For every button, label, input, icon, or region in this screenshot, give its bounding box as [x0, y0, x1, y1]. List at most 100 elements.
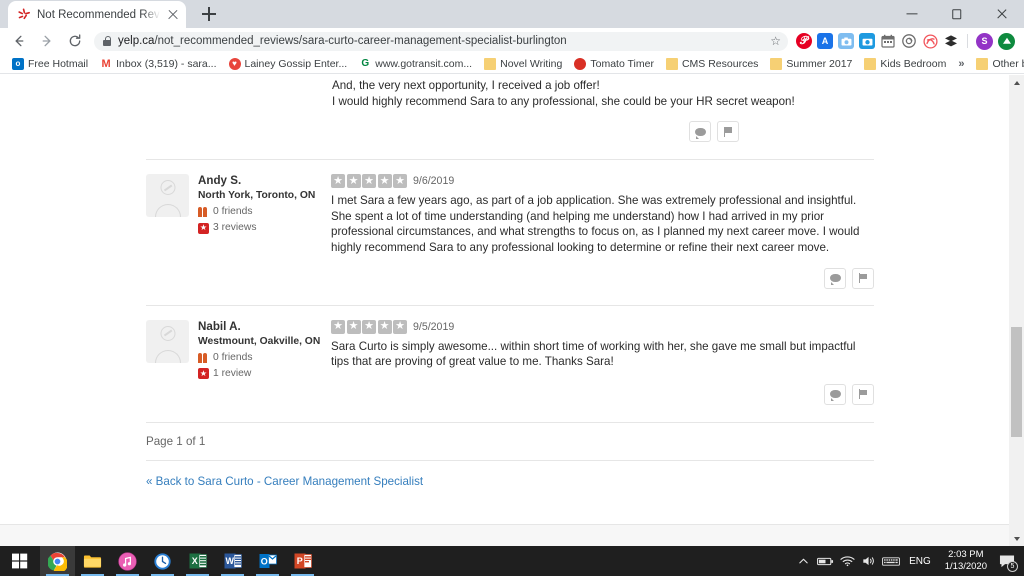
- gotransit-icon: G: [361, 58, 370, 69]
- outlook-taskbar-icon[interactable]: O: [250, 546, 285, 576]
- bookmark-cms-resources[interactable]: CMS Resources: [660, 55, 764, 73]
- bookmark-tomato-timer[interactable]: Tomato Timer: [568, 55, 660, 73]
- profile-avatar[interactable]: S: [976, 32, 993, 50]
- star-icon: ★: [346, 174, 361, 189]
- review-actions: [331, 370, 874, 405]
- reviews-count: 3 reviews: [213, 222, 257, 234]
- partial-review: And, the very next opportunity, I receiv…: [146, 75, 874, 143]
- back-button[interactable]: [6, 28, 32, 54]
- circle-extension-icon[interactable]: [901, 33, 917, 49]
- review-text: Sara Curto is simply awesome... within s…: [331, 339, 856, 369]
- minimize-button[interactable]: [889, 0, 934, 28]
- chrome-taskbar-icon[interactable]: [40, 546, 75, 576]
- bookmark-novel-writing[interactable]: Novel Writing: [478, 55, 568, 73]
- notification-badge: 5: [1007, 561, 1018, 572]
- screenshot-extension-icon[interactable]: [838, 33, 854, 49]
- bookmark-summer-2017[interactable]: Summer 2017: [764, 55, 858, 73]
- back-to-business-link[interactable]: « Back to Sara Curto - Career Management…: [146, 461, 423, 488]
- pinterest-extension-icon[interactable]: 𝒫: [796, 33, 812, 49]
- other-bookmarks-label: Other bookmarks: [992, 57, 1024, 70]
- avatar-body-icon: [154, 349, 181, 363]
- clock-time: 2:03 PM: [948, 549, 984, 560]
- tab-close-icon[interactable]: [166, 8, 180, 22]
- word-taskbar-icon[interactable]: W: [215, 546, 250, 576]
- wifi-icon[interactable]: [836, 546, 858, 576]
- page-scrollbar[interactable]: [1009, 75, 1024, 546]
- scroll-up-icon[interactable]: [1009, 75, 1024, 90]
- avatar-head-icon: [160, 180, 175, 196]
- clock[interactable]: 2:03 PM 1/13/2020: [938, 549, 994, 573]
- site-footer: About About Yelp Careers Discover Collec…: [0, 523, 1009, 546]
- close-window-button[interactable]: [979, 0, 1024, 28]
- lainey-icon: ♥: [228, 57, 241, 70]
- bookmarks-overflow-button[interactable]: »: [952, 58, 970, 70]
- flag-button[interactable]: [852, 267, 874, 289]
- scrollbar-thumb[interactable]: [1011, 327, 1022, 437]
- review-text: I met Sara a few years ago, as part of a…: [331, 194, 860, 254]
- itunes-taskbar-icon[interactable]: [110, 546, 145, 576]
- layers-extension-icon[interactable]: [943, 33, 959, 49]
- notifications-button[interactable]: 5: [994, 546, 1020, 576]
- battery-icon[interactable]: [814, 546, 836, 576]
- tray-chevron-up-icon[interactable]: [792, 546, 814, 576]
- star-icon: ★: [346, 319, 361, 334]
- outlook-icon: o: [12, 57, 24, 70]
- pagination-label: Page 1 of 1: [146, 434, 206, 448]
- reviews-star-icon: ★: [198, 222, 209, 234]
- flag-button[interactable]: [717, 121, 739, 143]
- system-tray: ENG 2:03 PM 1/13/2020 5: [792, 546, 1024, 576]
- reload-button[interactable]: [62, 28, 88, 54]
- comment-button[interactable]: [689, 121, 711, 143]
- comment-button[interactable]: [824, 383, 846, 405]
- star-icon: ★: [362, 174, 376, 189]
- scroll-down-icon[interactable]: [1009, 531, 1024, 546]
- grammarly-extension-icon[interactable]: A: [817, 33, 833, 49]
- reviews-count: 1 review: [213, 367, 252, 379]
- windows-start-icon[interactable]: [0, 546, 40, 576]
- keyboard-icon[interactable]: [880, 546, 902, 576]
- review-item: Andy S. North York, Toronto, ON 0 friend…: [146, 160, 874, 289]
- camera-extension-icon[interactable]: [859, 33, 875, 49]
- review-actions: [331, 256, 874, 289]
- lock-icon: [103, 36, 112, 46]
- comment-button[interactable]: [824, 267, 846, 289]
- reviews-star-icon: ★: [198, 368, 209, 380]
- clock-taskbar-icon[interactable]: [145, 546, 180, 576]
- spiral-extension-icon[interactable]: [922, 33, 938, 49]
- flag-button[interactable]: [852, 383, 874, 405]
- bookmark-label: Summer 2017: [786, 57, 853, 70]
- volume-icon[interactable]: [858, 546, 880, 576]
- new-tab-button[interactable]: [196, 1, 222, 27]
- folder-icon: [770, 57, 783, 70]
- review-date: 9/5/2019: [413, 320, 455, 333]
- other-bookmarks-button[interactable]: Other bookmarks: [970, 55, 1024, 73]
- calendar-extension-icon[interactable]: [880, 33, 896, 49]
- address-bar[interactable]: yelp.ca/not_recommended_reviews/sara-cur…: [94, 31, 788, 51]
- friends-icon: [198, 207, 209, 218]
- reviewer-name[interactable]: Andy S.: [198, 174, 315, 188]
- bookmark-label: Novel Writing: [500, 57, 563, 70]
- bookmark-star-icon[interactable]: ☆: [770, 35, 781, 47]
- file-explorer-taskbar-icon[interactable]: [75, 546, 110, 576]
- reviewer-name[interactable]: Nabil A.: [198, 320, 320, 334]
- bookmark-kids-bedroom[interactable]: Kids Bedroom: [858, 55, 952, 73]
- bookmark-lainey-gossip[interactable]: ♥ Lainey Gossip Enter...: [223, 55, 354, 73]
- review-item: Nabil A. Westmount, Oakville, ON 0 frien…: [146, 306, 874, 405]
- excel-taskbar-icon[interactable]: X: [180, 546, 215, 576]
- flag-icon: [858, 273, 868, 284]
- forward-button[interactable]: [34, 28, 60, 54]
- bookmark-inbox[interactable]: M Inbox (3,519) - sara...: [94, 55, 222, 73]
- powerpoint-taskbar-icon[interactable]: P: [285, 546, 320, 576]
- windows-taskbar: X W O P ENG 2:03 PM 1/13/2020 5: [0, 546, 1024, 576]
- update-button[interactable]: [998, 32, 1015, 50]
- bookmark-gotransit[interactable]: G www.gotransit.com...: [353, 55, 478, 73]
- star-icon: ★: [331, 319, 345, 334]
- avatar[interactable]: [146, 174, 189, 218]
- maximize-button[interactable]: [934, 0, 979, 28]
- review-body-area: ★ ★ ★ ★ ★ 9/5/2019 Sara Curto is simply …: [331, 319, 874, 405]
- avatar[interactable]: [146, 319, 189, 363]
- bookmark-free-hotmail[interactable]: o Free Hotmail: [6, 55, 94, 73]
- language-indicator[interactable]: ENG: [902, 556, 938, 567]
- reviewer-reviews: ★ 1 review: [198, 367, 320, 381]
- browser-tab[interactable]: Not Recommended Reviews for S: [8, 1, 186, 28]
